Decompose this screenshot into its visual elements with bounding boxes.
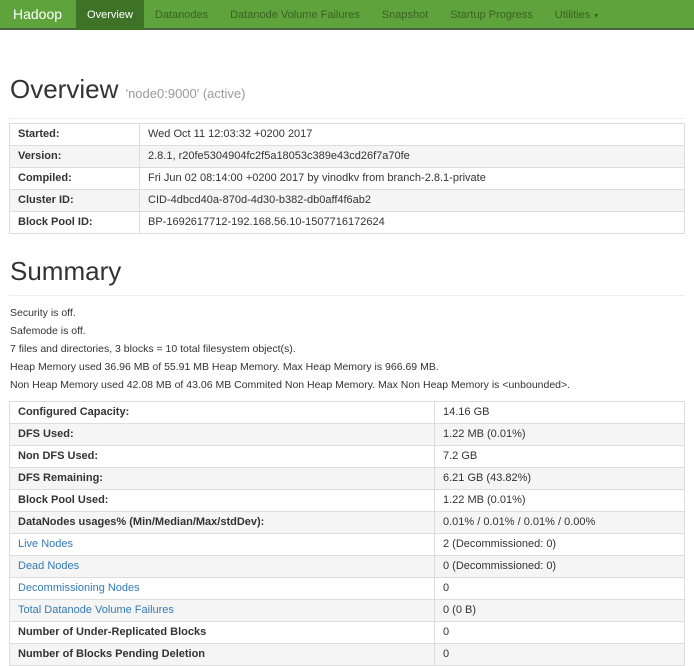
summary-note: 7 files and directories, 3 blocks = 10 t… bbox=[10, 344, 685, 355]
row-label-text: DFS Remaining: bbox=[18, 472, 103, 484]
table-row: Block Pool ID: BP-1692617712-192.168.56.… bbox=[10, 212, 685, 234]
row-value: 2.8.1, r20fe5304904fc2f5a18053c389e43cd2… bbox=[140, 146, 685, 168]
navbar: Hadoop Overview ▾ Datanodes ▾ Datanode V… bbox=[0, 0, 694, 30]
row-label-text: Non DFS Used: bbox=[18, 450, 98, 462]
table-row: Block Pool Used: 1.22 MB (0.01%) bbox=[10, 490, 685, 512]
nav-item[interactable]: Startup Progress ▾ bbox=[439, 0, 544, 28]
nav-item-label: Datanode Volume Failures bbox=[230, 9, 360, 21]
nav-item[interactable]: Overview ▾ bbox=[76, 0, 144, 28]
row-value: 0 (Decommissioned: 0) bbox=[435, 556, 685, 578]
row-label: Number of Under-Replicated Blocks bbox=[10, 622, 435, 644]
row-label-text[interactable]: Total Datanode Volume Failures bbox=[18, 604, 174, 616]
nav-item[interactable]: Datanode Volume Failures ▾ bbox=[219, 0, 371, 28]
table-row: Dead Nodes 0 (Decommissioned: 0) bbox=[10, 556, 685, 578]
row-label: Configured Capacity: bbox=[10, 402, 435, 424]
row-label-text: Block Pool Used: bbox=[18, 494, 108, 506]
row-label: Block Pool Used: bbox=[10, 490, 435, 512]
table-row: Non DFS Used: 7.2 GB bbox=[10, 446, 685, 468]
row-value: 0 bbox=[435, 578, 685, 600]
row-label: Block Pool ID: bbox=[10, 212, 140, 234]
table-row: Version: 2.8.1, r20fe5304904fc2f5a18053c… bbox=[10, 146, 685, 168]
nav-item-label: Datanodes bbox=[155, 9, 208, 21]
row-value: CID-4dbcd40a-870d-4d30-b382-db0aff4f6ab2 bbox=[140, 190, 685, 212]
nav-item-label: Startup Progress bbox=[450, 9, 533, 21]
nav-menu: Overview ▾ Datanodes ▾ Datanode Volume F… bbox=[76, 0, 609, 28]
row-value: Wed Oct 11 12:03:32 +0200 2017 bbox=[140, 124, 685, 146]
nav-item[interactable]: Utilities ▾ bbox=[544, 0, 609, 28]
row-value: 14.16 GB bbox=[435, 402, 685, 424]
row-label: DataNodes usages% (Min/Median/Max/stdDev… bbox=[10, 512, 435, 534]
row-label: Dead Nodes bbox=[10, 556, 435, 578]
table-row: Live Nodes 2 (Decommissioned: 0) bbox=[10, 534, 685, 556]
row-value: Fri Jun 02 08:14:00 +0200 2017 by vinodk… bbox=[140, 168, 685, 190]
row-label-text[interactable]: Live Nodes bbox=[18, 538, 73, 550]
table-row: DataNodes usages% (Min/Median/Max/stdDev… bbox=[10, 512, 685, 534]
summary-note: Security is off. bbox=[10, 308, 685, 319]
row-label: DFS Used: bbox=[10, 424, 435, 446]
row-value: 0 (0 B) bbox=[435, 600, 685, 622]
row-value: 2 (Decommissioned: 0) bbox=[435, 534, 685, 556]
row-label: Non DFS Used: bbox=[10, 446, 435, 468]
row-label: Version: bbox=[10, 146, 140, 168]
namenode-address-label: 'node0:9000' (active) bbox=[126, 86, 246, 101]
row-label-text[interactable]: Dead Nodes bbox=[18, 560, 79, 572]
nav-item-label: Snapshot bbox=[382, 9, 428, 21]
divider bbox=[9, 118, 685, 119]
row-label-text: Number of Under-Replicated Blocks bbox=[18, 626, 206, 638]
row-value: 0.01% / 0.01% / 0.01% / 0.00% bbox=[435, 512, 685, 534]
table-row: Number of Under-Replicated Blocks 0 bbox=[10, 622, 685, 644]
row-label: Cluster ID: bbox=[10, 190, 140, 212]
nav-item[interactable]: Datanodes ▾ bbox=[144, 0, 219, 28]
row-value: 0 bbox=[435, 644, 685, 666]
row-label: DFS Remaining: bbox=[10, 468, 435, 490]
overview-info-table: Started: Wed Oct 11 12:03:32 +0200 2017 … bbox=[9, 123, 685, 234]
nav-item-label: Utilities bbox=[555, 9, 590, 21]
summary-table: Configured Capacity: 14.16 GB DFS Used: … bbox=[9, 401, 685, 666]
row-value: 6.21 GB (43.82%) bbox=[435, 468, 685, 490]
table-row: Cluster ID: CID-4dbcd40a-870d-4d30-b382-… bbox=[10, 190, 685, 212]
row-label-text: Configured Capacity: bbox=[18, 406, 129, 418]
overview-heading: Overview bbox=[10, 74, 118, 104]
row-label: Started: bbox=[10, 124, 140, 146]
table-row: Total Datanode Volume Failures 0 (0 B) bbox=[10, 600, 685, 622]
nav-item[interactable]: Snapshot ▾ bbox=[371, 0, 439, 28]
content: Overview 'node0:9000' (active) Started: … bbox=[0, 74, 694, 666]
table-row: Started: Wed Oct 11 12:03:32 +0200 2017 bbox=[10, 124, 685, 146]
row-value: 0 bbox=[435, 622, 685, 644]
page-title: Overview 'node0:9000' (active) bbox=[10, 74, 685, 109]
table-row: Compiled: Fri Jun 02 08:14:00 +0200 2017… bbox=[10, 168, 685, 190]
row-label: Compiled: bbox=[10, 168, 140, 190]
summary-note: Safemode is off. bbox=[10, 326, 685, 337]
summary-note: Non Heap Memory used 42.08 MB of 43.06 M… bbox=[10, 380, 685, 391]
row-label: Live Nodes bbox=[10, 534, 435, 556]
row-label-text: DataNodes usages% (Min/Median/Max/stdDev… bbox=[18, 516, 264, 528]
row-label: Total Datanode Volume Failures bbox=[10, 600, 435, 622]
row-label: Number of Blocks Pending Deletion bbox=[10, 644, 435, 666]
row-label-text: DFS Used: bbox=[18, 428, 74, 440]
divider bbox=[9, 295, 685, 296]
row-value: 1.22 MB (0.01%) bbox=[435, 490, 685, 512]
nav-item-label: Overview bbox=[87, 9, 133, 21]
table-row: Number of Blocks Pending Deletion 0 bbox=[10, 644, 685, 666]
row-value: 1.22 MB (0.01%) bbox=[435, 424, 685, 446]
table-row: DFS Used: 1.22 MB (0.01%) bbox=[10, 424, 685, 446]
table-row: Decommissioning Nodes 0 bbox=[10, 578, 685, 600]
row-label: Decommissioning Nodes bbox=[10, 578, 435, 600]
summary-notes: Security is off. Safemode is off. 7 file… bbox=[10, 308, 685, 391]
chevron-down-icon: ▾ bbox=[594, 11, 598, 20]
table-row: Configured Capacity: 14.16 GB bbox=[10, 402, 685, 424]
row-label-text: Number of Blocks Pending Deletion bbox=[18, 648, 205, 660]
row-value: 7.2 GB bbox=[435, 446, 685, 468]
row-label-text[interactable]: Decommissioning Nodes bbox=[18, 582, 140, 594]
summary-note: Heap Memory used 36.96 MB of 55.91 MB He… bbox=[10, 362, 685, 373]
row-value: BP-1692617712-192.168.56.10-150771617262… bbox=[140, 212, 685, 234]
table-row: DFS Remaining: 6.21 GB (43.82%) bbox=[10, 468, 685, 490]
hadoop-brand[interactable]: Hadoop bbox=[0, 0, 76, 28]
summary-heading: Summary bbox=[10, 256, 685, 286]
